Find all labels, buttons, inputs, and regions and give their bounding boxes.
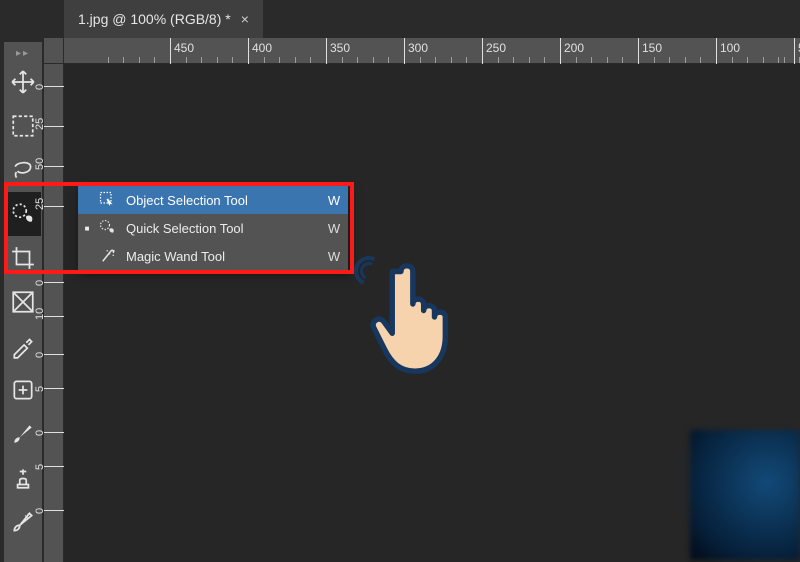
tool-flyout-menu: Object Selection ToolW■Quick Selection T… (78, 186, 348, 270)
crop-icon (10, 245, 36, 271)
ruler-tick (44, 354, 64, 355)
ruler-tick (404, 38, 405, 64)
ruler-tick (44, 316, 64, 317)
history-brush-icon (10, 509, 36, 535)
quick-selection-icon (96, 218, 120, 238)
document-tab-title: 1.jpg @ 100% (RGB/8) * (78, 11, 231, 27)
ruler-tick (44, 86, 64, 87)
ruler-tick-label: 400 (252, 41, 272, 55)
ruler-tick (44, 466, 64, 467)
ruler-tick (170, 38, 171, 64)
ruler-tick-label: 200 (564, 41, 584, 55)
ruler-tick-label: 25 (34, 118, 46, 130)
ruler-tick-label: 150 (642, 41, 662, 55)
ruler-tick (482, 38, 483, 64)
eyedropper-icon (10, 333, 36, 359)
marquee-icon (10, 113, 36, 139)
ruler-tick (326, 38, 327, 64)
annotation-tap-hand-icon (360, 252, 470, 382)
clone-stamp-tool[interactable] (5, 456, 41, 500)
eraser-tool[interactable] (5, 544, 41, 562)
ruler-tick-label: 450 (174, 41, 194, 55)
document-tab[interactable]: 1.jpg @ 100% (RGB/8) * × (64, 0, 263, 38)
ruler-tick-label: 300 (408, 41, 428, 55)
ruler-tick (44, 510, 64, 511)
flyout-item-shortcut: W (320, 249, 348, 264)
ruler-tick-label: 0 (34, 84, 46, 90)
ruler-tick-label: 5 (34, 464, 46, 470)
ruler-tick-label: 0 (34, 508, 46, 514)
ruler-tick (794, 38, 795, 64)
ruler-tick-label: 0 (34, 352, 46, 358)
crop-tool[interactable] (5, 236, 41, 280)
close-icon[interactable]: × (241, 12, 249, 26)
ruler-tick-label: 10 (34, 308, 46, 320)
ruler-tick (638, 38, 639, 64)
ruler-tick-label: 100 (720, 41, 740, 55)
flyout-item-object-selection[interactable]: Object Selection ToolW (78, 186, 348, 214)
lasso-tool[interactable] (5, 148, 41, 192)
ruler-tick-label: 50 (34, 158, 46, 170)
eraser-icon (10, 553, 36, 562)
ruler-tick (44, 126, 64, 127)
quick-selection-icon (10, 201, 36, 227)
flyout-item-label: Object Selection Tool (120, 193, 320, 208)
ruler-tick-label: 0 (34, 430, 46, 436)
image-content (690, 430, 800, 560)
ruler-tick-label: 350 (330, 41, 350, 55)
ruler-tick (44, 206, 64, 207)
history-brush-tool[interactable] (5, 500, 41, 544)
frame-icon (10, 289, 36, 315)
flyout-item-quick-selection[interactable]: ■ Quick Selection ToolW (78, 214, 348, 242)
vertical-ruler[interactable]: 025502501005050 (44, 64, 64, 562)
magic-wand-icon (96, 246, 120, 266)
ruler-tick (248, 38, 249, 64)
flyout-item-label: Magic Wand Tool (120, 249, 320, 264)
active-indicator: ■ (78, 224, 96, 233)
ruler-tick-label: 0 (34, 280, 46, 286)
move-icon (10, 69, 36, 95)
lasso-icon (10, 157, 36, 183)
object-selection-icon (96, 190, 120, 210)
flyout-item-shortcut: W (320, 193, 348, 208)
ruler-tick (44, 388, 64, 389)
ruler-tick-label: 25 (34, 198, 46, 210)
clone-stamp-icon (10, 465, 36, 491)
ruler-tick (560, 38, 561, 64)
document-tab-bar: 1.jpg @ 100% (RGB/8) * × (64, 0, 263, 38)
ruler-tick (44, 432, 64, 433)
ruler-tick (44, 166, 64, 167)
brush-icon (10, 421, 36, 447)
eyedropper-tool[interactable] (5, 324, 41, 368)
ruler-tick (44, 282, 64, 283)
flyout-item-shortcut: W (320, 221, 348, 236)
ruler-tick (716, 38, 717, 64)
ruler-tick-label: 250 (486, 41, 506, 55)
ruler-tick-label: 5 (34, 386, 46, 392)
move-tool[interactable] (5, 60, 41, 104)
healing-brush-icon (10, 377, 36, 403)
toolbox-expand-handle[interactable]: ▸▸ (4, 46, 42, 60)
ruler-corner (44, 38, 64, 64)
flyout-item-magic-wand[interactable]: Magic Wand ToolW (78, 242, 348, 270)
flyout-item-label: Quick Selection Tool (120, 221, 320, 236)
horizontal-ruler[interactable]: 450400350300250200150100500 (64, 38, 800, 64)
